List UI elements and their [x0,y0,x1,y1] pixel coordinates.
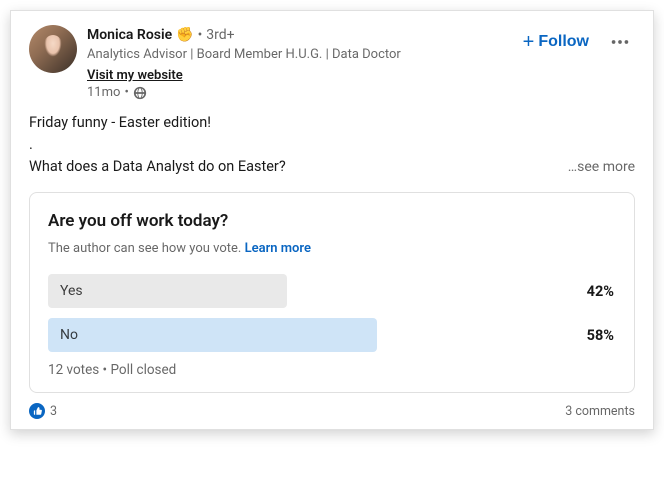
website-link[interactable]: Visit my website [87,68,183,83]
poll-option[interactable]: No 58% [48,318,616,352]
separator-dot: • [198,25,203,45]
poll-footer: 12 votes • Poll closed [48,362,616,378]
author-avatar[interactable] [29,25,77,73]
social-row: 3 3 comments [29,403,635,419]
poll-option[interactable]: Yes 42% [48,274,616,308]
overflow-menu-button[interactable] [605,27,635,57]
author-meta: Monica Rosie ✊ • 3rd+ Analytics Advisor … [87,25,517,100]
poll-option-percent: 42% [587,283,616,300]
see-more-button[interactable]: …see more [568,156,635,178]
plus-icon: + [523,34,535,50]
globe-icon [133,86,147,100]
poll-option-percent: 58% [587,327,616,344]
post-card: Monica Rosie ✊ • 3rd+ Analytics Advisor … [10,10,654,430]
separator-dot: • [124,85,128,100]
poll-option-label: Yes [48,283,83,299]
like-icon[interactable] [29,403,45,419]
poll-subtext-text: The author can see how you vote. [48,241,241,256]
follow-button[interactable]: + Follow [517,29,595,55]
author-name-line: Monica Rosie ✊ • 3rd+ [87,25,517,45]
poll-option-label: No [48,327,78,343]
post-body: Friday funny - Easter edition! . What do… [29,112,635,178]
post-text-line: . [29,134,635,156]
header-actions: + Follow [517,25,635,57]
ellipsis-icon [609,31,631,53]
post-text-line: Friday funny - Easter edition! [29,112,635,134]
post-time-line: 11mo • [87,85,517,100]
author-headline: Analytics Advisor | Board Member H.U.G. … [87,46,517,64]
poll-options: Yes 42% No 58% [48,274,616,352]
author-name[interactable]: Monica Rosie [87,25,172,45]
connection-degree: 3rd+ [206,25,234,45]
learn-more-link[interactable]: Learn more [245,241,311,256]
post-text-row: What does a Data Analyst do on Easter? …… [29,156,635,178]
comments-count[interactable]: 3 comments [565,404,635,419]
poll-question: Are you off work today? [48,211,616,231]
poll-subtext: The author can see how you vote. Learn m… [48,241,616,256]
post-header: Monica Rosie ✊ • 3rd+ Analytics Advisor … [29,25,635,100]
poll-bar [48,274,287,308]
fist-emoji-icon: ✊ [176,25,193,45]
post-time: 11mo [87,85,120,100]
poll-card: Are you off work today? The author can s… [29,192,635,393]
poll-bar [48,318,377,352]
follow-label: Follow [538,33,589,51]
reaction-count[interactable]: 3 [50,404,57,419]
post-text-line: What does a Data Analyst do on Easter? [29,156,286,178]
